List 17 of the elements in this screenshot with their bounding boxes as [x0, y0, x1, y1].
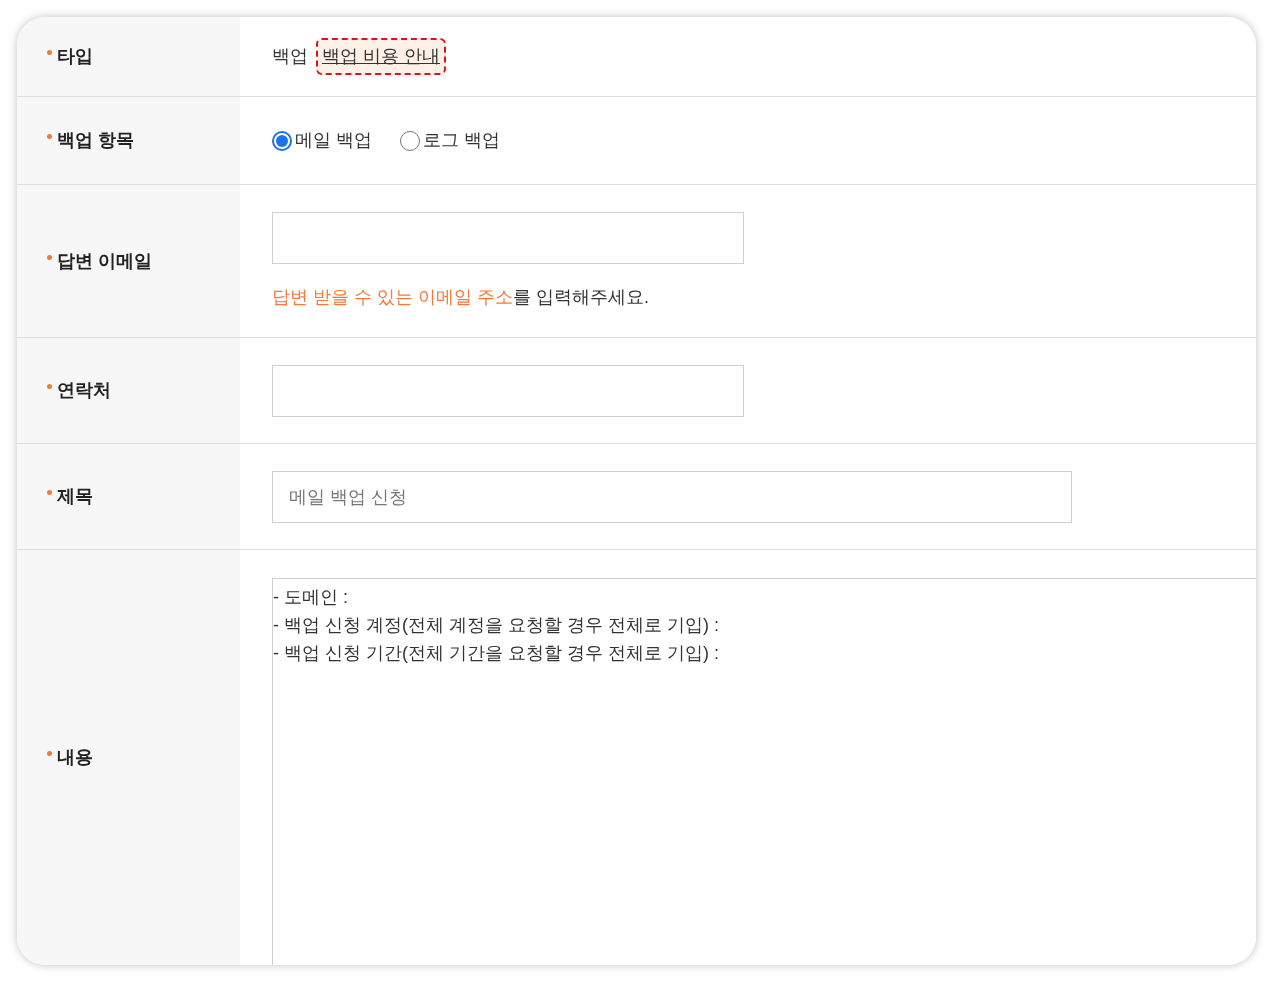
- field-label: 백업 항목: [57, 129, 134, 152]
- radio-option[interactable]: 로그 백업: [400, 127, 501, 154]
- type-value: 백업: [272, 45, 308, 68]
- text-input-field[interactable]: 메일 백업 신청: [272, 470, 1072, 523]
- field-label: 연락처: [57, 379, 111, 402]
- field-label: 제목: [57, 485, 93, 508]
- field-label: 내용: [57, 746, 93, 769]
- text-input-field[interactable]: [272, 211, 744, 264]
- text-input-field[interactable]: [272, 364, 744, 417]
- radio-option[interactable]: 메일 백업: [272, 127, 372, 154]
- radio-icon: [400, 130, 420, 151]
- content-textarea[interactable]: - 도메인 : - 백업 신청 계정(전체 계정을 요청할 경우 전체로 기입) : - 백업 신청 기간(전체 기간을 요청할 경우 전체로 기입) :: [272, 578, 1256, 965]
- field-label: 답변 이메일: [57, 249, 152, 273]
- hint-text: 답변 받을 수 있는 이메일 주소를 입력해주세요.: [272, 285, 651, 309]
- field-label: 타입: [57, 45, 93, 68]
- radio-checked-icon: [272, 130, 292, 151]
- cost-guide-link[interactable]: 백업 비용 안내: [316, 38, 446, 75]
